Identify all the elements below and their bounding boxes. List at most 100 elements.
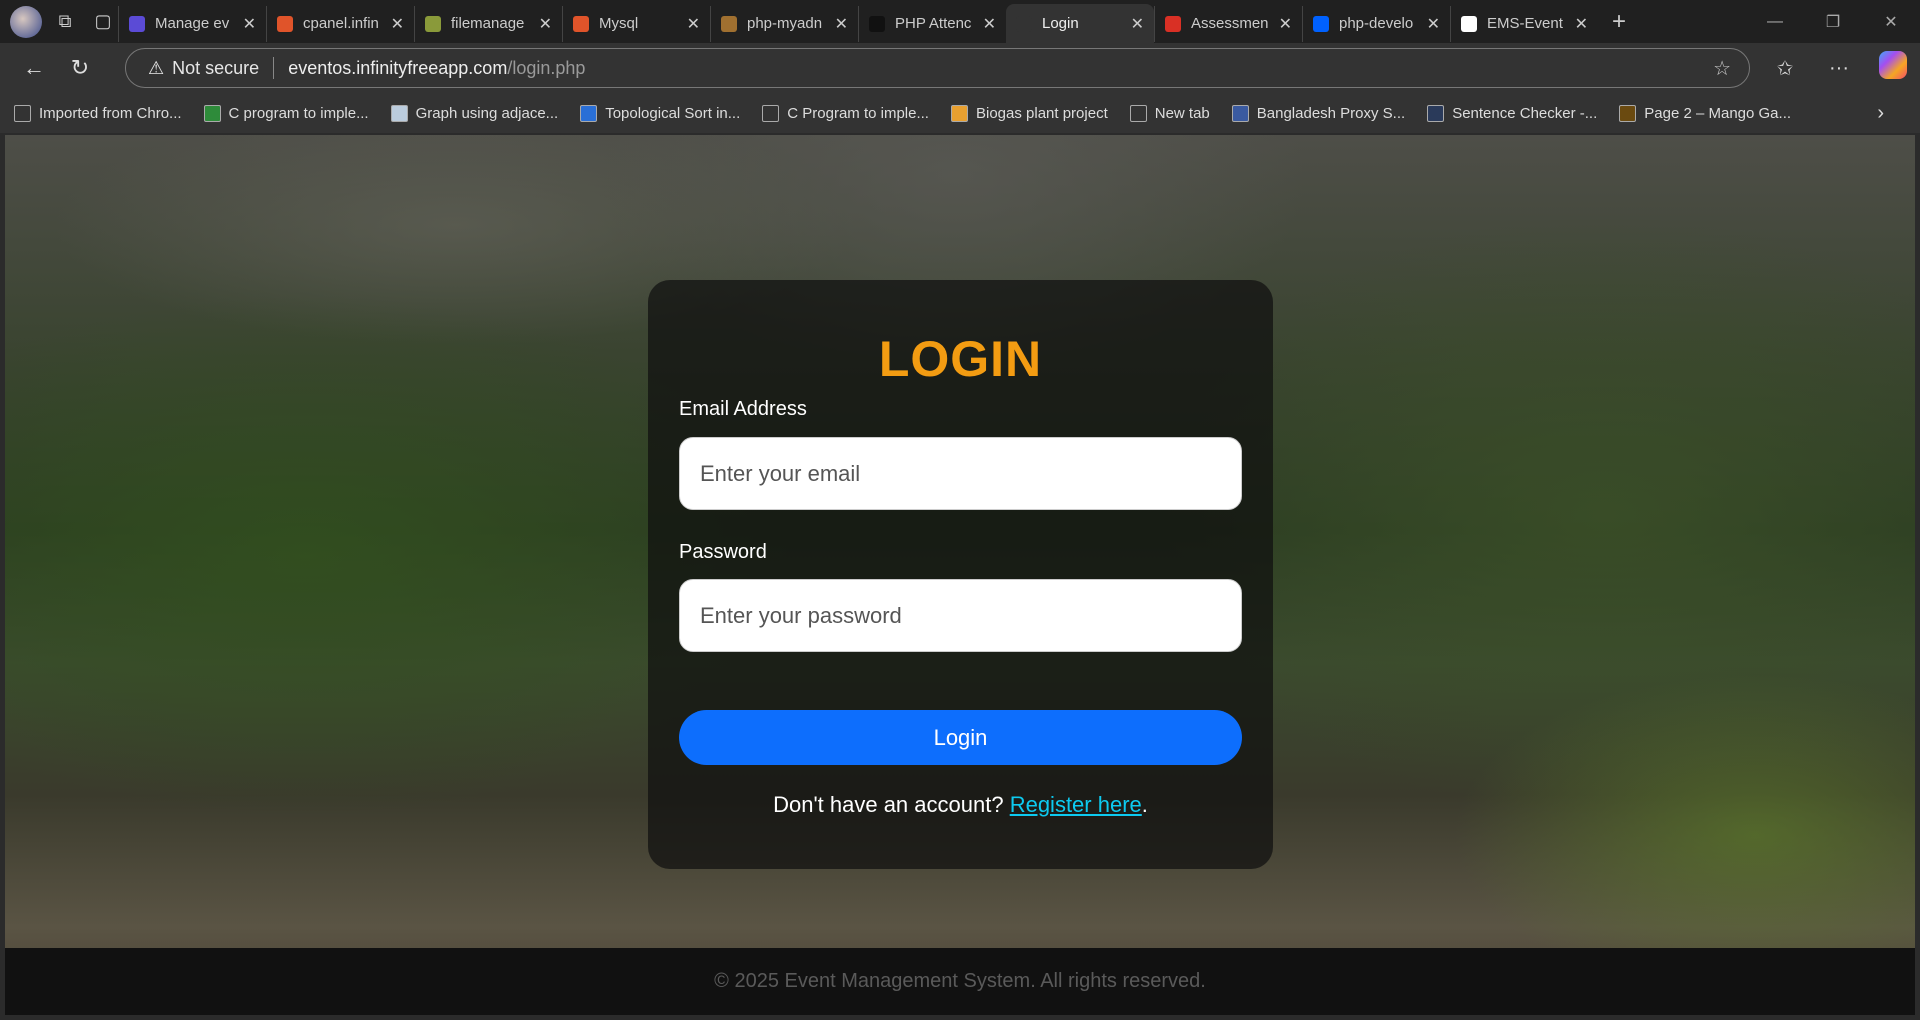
bookmark-item[interactable]: C Program to imple... (762, 104, 929, 122)
profile-avatar[interactable] (10, 5, 42, 38)
more-menu-icon[interactable]: ··· (1812, 57, 1866, 80)
tab-favicon-icon (1461, 15, 1477, 32)
back-button[interactable]: ← (14, 48, 54, 88)
tab-favicon-icon (425, 15, 441, 32)
close-tab-icon[interactable]: ✕ (835, 14, 848, 34)
bookmark-icon (1427, 104, 1445, 122)
url-host: eventos.infinityfreeapp.com (288, 57, 508, 78)
password-input[interactable] (679, 579, 1242, 652)
tab-title: php-myadn (747, 15, 823, 32)
tab-favicon-icon (129, 15, 145, 32)
bookmark-icon (390, 104, 408, 122)
register-link[interactable]: Register here (1010, 792, 1142, 817)
browser-toolbar: ← ↻ ⚠ Not secure eventos.infinityfreeapp… (0, 43, 1920, 93)
close-window-button[interactable]: ✕ (1862, 0, 1920, 43)
register-suffix: . (1141, 792, 1148, 817)
bookmark-icon (950, 104, 968, 122)
bookmark-label: Bangladesh Proxy S... (1256, 104, 1406, 122)
bookmark-item[interactable]: Bangladesh Proxy S... (1231, 104, 1406, 122)
tab-favicon-icon (573, 15, 589, 32)
tab-title: Login (1042, 15, 1079, 32)
bookmark-item[interactable]: Page 2 – Mango Ga... (1619, 104, 1792, 122)
bookmark-item[interactable]: Graph using adjace... (390, 104, 559, 122)
tab-manage-ev[interactable]: Manage ev ✕ (118, 5, 266, 42)
close-tab-icon[interactable]: ✕ (1575, 14, 1588, 34)
footer: © 2025 Event Management System. All righ… (5, 948, 1915, 1015)
bookmark-icon (1231, 104, 1249, 122)
new-tab-button[interactable]: + (1612, 8, 1626, 36)
tab-title: filemanage (451, 15, 525, 32)
tab-cpanel-infin[interactable]: cpanel.infin ✕ (266, 5, 414, 42)
close-tab-icon[interactable]: ✕ (243, 14, 256, 34)
bookmark-item[interactable]: Imported from Chro... (14, 104, 182, 122)
tab-title: php-develo (1339, 15, 1414, 32)
tab-favicon-icon (277, 15, 293, 32)
tab-title: cpanel.infin (303, 15, 379, 32)
bookmark-icon (14, 104, 31, 122)
tab-bar: ⧉ ▢ Manage ev ✕ cpanel.infin ✕ filemanage ✕ My… (0, 0, 1920, 43)
register-prompt: Don't have an account? Register here. (648, 792, 1273, 818)
bookmark-item[interactable]: C program to imple... (203, 104, 369, 122)
refresh-button[interactable]: ↻ (60, 48, 100, 88)
close-tab-icon[interactable]: ✕ (1427, 14, 1440, 34)
copilot-icon (1879, 51, 1907, 79)
tab-login[interactable]: Login ✕ (1006, 4, 1154, 43)
tab-ems-event[interactable]: EMS-Event ✕ (1450, 5, 1598, 42)
vertical-tabs-icon[interactable]: ▢ (88, 7, 118, 37)
tab-favicon-icon (721, 15, 737, 32)
close-tab-icon[interactable]: ✕ (1131, 14, 1144, 34)
tab-title: EMS-Event (1487, 15, 1563, 32)
bookmarks-bar: Imported from Chro... C program to imple.… (0, 93, 1920, 133)
close-tab-icon[interactable]: ✕ (539, 14, 552, 34)
bookmark-item[interactable]: Biogas plant project (950, 104, 1108, 122)
minimize-button[interactable]: — (1746, 0, 1804, 43)
divider (273, 57, 275, 79)
tab-title: Manage ev (155, 15, 230, 32)
footer-text: © 2025 Event Management System. All righ… (714, 970, 1206, 992)
tab-title: Mysql (599, 15, 639, 32)
bookmark-icon (1129, 104, 1147, 122)
tab-php-develo[interactable]: php-develo ✕ (1302, 5, 1450, 42)
bookmark-icon (203, 104, 221, 122)
page-content: LOGIN Email Address Password Login Don't… (5, 135, 1915, 1015)
close-tab-icon[interactable]: ✕ (391, 14, 404, 34)
close-tab-icon[interactable]: ✕ (983, 14, 996, 34)
close-tab-icon[interactable]: ✕ (1279, 14, 1292, 34)
workspaces-icon[interactable]: ⧉ (50, 7, 80, 37)
register-prompt-text: Don't have an account? (773, 792, 1004, 817)
tab-favicon-icon (869, 15, 885, 32)
bookmark-icon (762, 104, 780, 122)
login-button[interactable]: Login (679, 710, 1242, 765)
bookmark-label: Sentence Checker -... (1452, 104, 1598, 122)
bookmark-label: Page 2 – Mango Ga... (1644, 104, 1792, 122)
favorite-star-icon[interactable]: ☆ (1713, 56, 1731, 81)
bookmark-icon (580, 104, 598, 122)
bookmark-label: Topological Sort in... (605, 104, 741, 122)
tab-php-myadn[interactable]: php-myadn ✕ (710, 5, 858, 42)
tab-assessmen[interactable]: Assessmen ✕ (1154, 5, 1302, 42)
copilot-button[interactable] (1866, 51, 1920, 85)
bookmark-label: C program to imple... (228, 104, 369, 122)
bookmark-label: Graph using adjace... (415, 104, 559, 122)
tab-favicon-icon (1165, 15, 1181, 32)
email-label: Email Address (679, 398, 807, 420)
security-status[interactable]: Not secure (172, 58, 259, 79)
restore-button[interactable]: ❐ (1804, 0, 1862, 43)
tab-php-attenc[interactable]: PHP Attenc ✕ (858, 5, 1006, 42)
bookmark-item[interactable]: Sentence Checker -... (1427, 104, 1598, 122)
favorites-icon[interactable]: ✩ (1758, 56, 1812, 81)
bookmark-item[interactable]: Topological Sort in... (580, 104, 741, 122)
tab-filemanage[interactable]: filemanage ✕ (414, 5, 562, 42)
tab-mysql[interactable]: Mysql ✕ (562, 5, 710, 42)
email-input[interactable] (679, 437, 1242, 510)
bookmark-item[interactable]: New tab (1129, 104, 1210, 122)
password-label: Password (679, 541, 767, 563)
warning-icon[interactable]: ⚠ (148, 58, 164, 79)
tab-favicon-icon (1313, 15, 1329, 32)
close-tab-icon[interactable]: ✕ (687, 14, 700, 34)
bookmark-label: C Program to imple... (787, 104, 929, 122)
tab-title: PHP Attenc (895, 15, 972, 32)
chevron-right-icon[interactable]: › (1877, 102, 1884, 125)
bookmark-label: New tab (1154, 104, 1210, 122)
address-bar[interactable]: ⚠ Not secure eventos.infinityfreeapp.com… (125, 48, 1750, 88)
